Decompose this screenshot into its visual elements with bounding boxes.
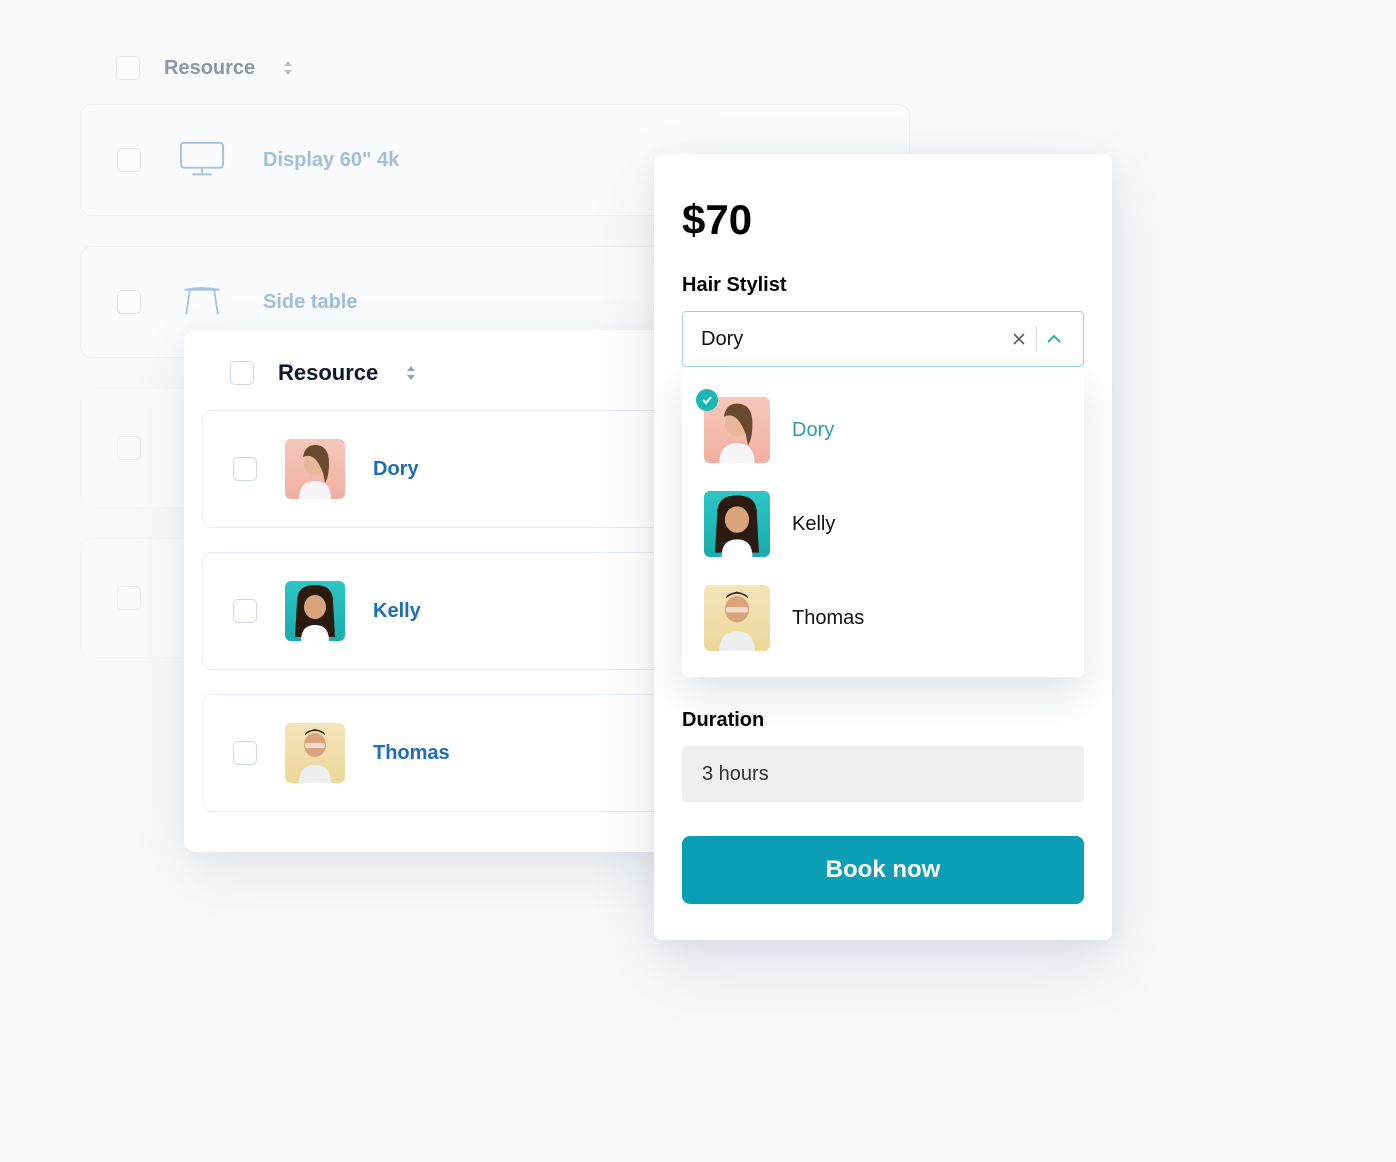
avatar xyxy=(704,491,770,557)
stylist-field-label: Hair Stylist xyxy=(682,274,1084,297)
avatar xyxy=(285,581,345,641)
resource-person-name: Thomas xyxy=(373,742,450,765)
stylist-select[interactable]: Dory xyxy=(682,311,1084,367)
book-now-button[interactable]: Book now xyxy=(682,836,1084,904)
divider xyxy=(1036,326,1037,352)
duration-field-label: Duration xyxy=(682,709,1084,732)
resource-column-header[interactable]: Resource xyxy=(278,360,378,386)
resource-name: Side table xyxy=(263,291,357,314)
stylist-option[interactable]: Kelly xyxy=(682,477,1084,571)
stylist-option-name: Thomas xyxy=(792,607,864,630)
clear-icon[interactable] xyxy=(1004,332,1034,346)
stylist-option-name: Dory xyxy=(792,419,834,442)
avatar xyxy=(704,585,770,651)
stylist-selected-value: Dory xyxy=(701,328,1004,351)
table-icon xyxy=(179,279,225,325)
row-checkbox[interactable] xyxy=(233,457,257,481)
avatar xyxy=(285,723,345,783)
duration-display: 3 hours xyxy=(682,746,1084,802)
resource-name: Display 60" 4k xyxy=(263,149,399,172)
sort-icon[interactable] xyxy=(283,61,293,75)
select-all-checkbox[interactable] xyxy=(230,361,254,385)
resource-person-name: Dory xyxy=(373,458,419,481)
stylist-option[interactable]: Thomas xyxy=(682,571,1084,665)
resource-header-row: Resource xyxy=(80,40,910,104)
row-checkbox[interactable] xyxy=(233,741,257,765)
row-checkbox[interactable] xyxy=(117,290,141,314)
booking-card: $70 Hair Stylist Dory Dory Kelly xyxy=(654,154,1112,940)
stylist-option[interactable]: Dory xyxy=(682,383,1084,477)
resource-column-header[interactable]: Resource xyxy=(164,57,255,80)
row-checkbox[interactable] xyxy=(117,586,141,610)
stylist-option-name: Kelly xyxy=(792,513,835,536)
price-display: $70 xyxy=(682,196,1084,244)
select-all-checkbox[interactable] xyxy=(116,56,140,80)
avatar xyxy=(285,439,345,499)
stylist-dropdown: Dory Kelly Thomas xyxy=(682,367,1084,677)
chevron-up-icon[interactable] xyxy=(1039,334,1069,344)
row-checkbox[interactable] xyxy=(117,436,141,460)
resource-person-name: Kelly xyxy=(373,600,421,623)
row-checkbox[interactable] xyxy=(117,148,141,172)
row-checkbox[interactable] xyxy=(233,599,257,623)
selected-check-icon xyxy=(696,389,718,411)
sort-icon[interactable] xyxy=(406,366,416,380)
duration-value: 3 hours xyxy=(702,763,769,786)
monitor-icon xyxy=(179,137,225,183)
